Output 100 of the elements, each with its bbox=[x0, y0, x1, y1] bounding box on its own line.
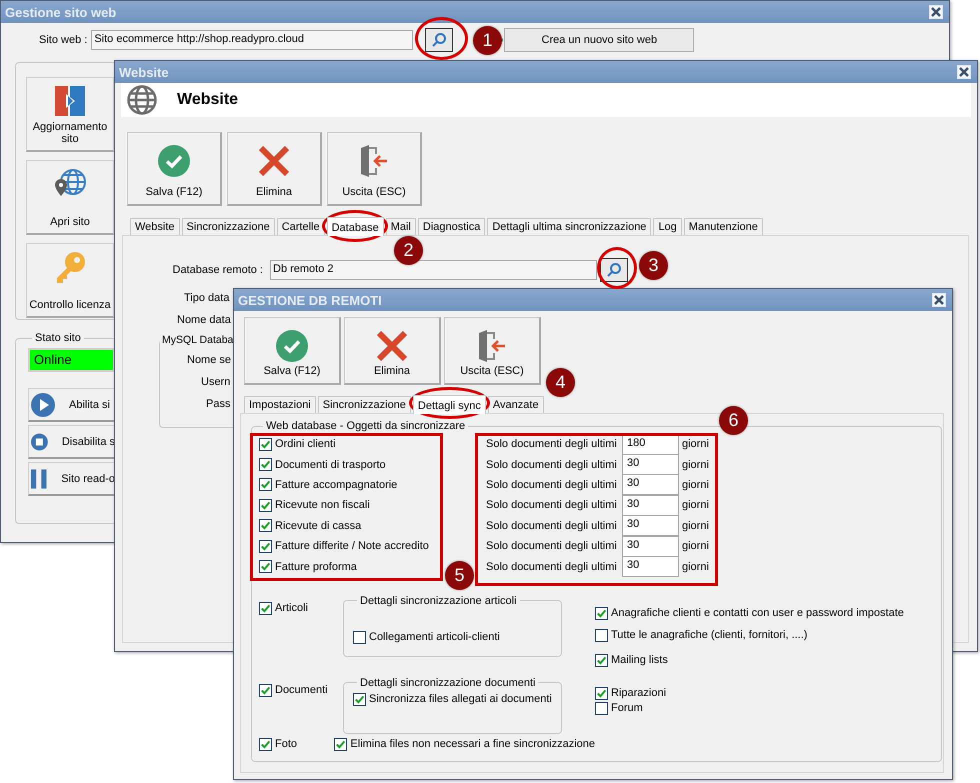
days-field[interactable]: 30 bbox=[622, 515, 679, 536]
tab[interactable]: Cartelle bbox=[276, 218, 325, 235]
field-label: Pass bbox=[206, 398, 230, 410]
checkbox[interactable] bbox=[259, 498, 272, 512]
checkbox[interactable] bbox=[259, 684, 272, 697]
field-label: Usern bbox=[201, 376, 230, 388]
days-field[interactable]: 30 bbox=[622, 454, 679, 476]
checkbox-label: Fatture differite / Note accredito bbox=[275, 540, 429, 552]
checkbox-label: Elimina files non necessari a fine sincronizzazione bbox=[350, 738, 595, 750]
period-label: Solo documenti degli ultimi bbox=[486, 499, 618, 512]
period-label: Solo documenti degli ultimi bbox=[486, 540, 618, 552]
checkbox-label: Collegamenti articoli-clienti bbox=[369, 631, 500, 644]
period-label: Solo documenti degli ultimi bbox=[486, 438, 618, 450]
checkbox-label: Articoli bbox=[275, 602, 308, 614]
checkbox[interactable] bbox=[259, 738, 272, 751]
close-icon bbox=[934, 295, 944, 305]
checkbox[interactable] bbox=[353, 692, 366, 706]
tab[interactable]: Mail bbox=[386, 218, 416, 235]
tab[interactable]: Log bbox=[653, 218, 682, 235]
search-button[interactable] bbox=[600, 258, 628, 282]
window-title: GESTIONE DB REMOTI bbox=[238, 292, 382, 308]
checkbox[interactable] bbox=[595, 654, 608, 667]
tab[interactable]: Avanzate bbox=[488, 396, 544, 413]
search-button[interactable] bbox=[425, 28, 454, 52]
checkbox-label: Anagrafiche clienti e contatti con user e password impostate bbox=[611, 607, 904, 620]
door-icon bbox=[477, 330, 507, 362]
group-title: Stato sito bbox=[34, 332, 82, 344]
status-button[interactable]: Abilita si bbox=[28, 388, 115, 422]
days-field[interactable]: 30 bbox=[622, 474, 679, 496]
checkbox[interactable] bbox=[259, 458, 272, 472]
checkbox-label: Ricevute non fiscali bbox=[275, 499, 370, 512]
checkbox-label: Fatture accompagnatorie bbox=[275, 478, 398, 491]
tab[interactable]: Impostazioni bbox=[244, 396, 316, 413]
checkbox-label: Tutte le anagrafiche (clienti, fornitori, ....) bbox=[611, 629, 808, 642]
tab[interactable]: Website bbox=[130, 218, 180, 235]
checkbox[interactable] bbox=[595, 606, 608, 620]
checkbox-label: Mailing lists bbox=[611, 654, 668, 666]
play-icon bbox=[31, 392, 55, 416]
checkbox-label: Documenti di trasporto bbox=[275, 458, 386, 471]
close-button[interactable] bbox=[929, 5, 943, 19]
globe-icon bbox=[127, 85, 157, 115]
tab[interactable]: Sincronizzazione bbox=[182, 218, 275, 235]
toolbar-button[interactable]: Uscita (ESC) bbox=[327, 132, 422, 206]
days-field[interactable]: 30 bbox=[622, 556, 679, 578]
checkbox[interactable] bbox=[595, 686, 608, 700]
checkbox[interactable] bbox=[259, 478, 272, 492]
days-field[interactable]: 30 bbox=[622, 536, 679, 557]
checkbox[interactable] bbox=[259, 519, 272, 532]
new-site-button[interactable]: Crea un nuovo sito web bbox=[504, 28, 694, 52]
remote-db-field[interactable]: Db remoto 2 bbox=[270, 260, 597, 280]
checkbox[interactable] bbox=[259, 602, 272, 615]
cross-icon bbox=[376, 330, 408, 362]
checkbox[interactable] bbox=[334, 738, 348, 751]
checkbox[interactable] bbox=[595, 628, 608, 642]
toolbar-button[interactable]: Salva (F12) bbox=[127, 132, 222, 206]
action-button[interactable]: Apri sito bbox=[26, 160, 114, 235]
checkbox-label: Fatture proforma bbox=[275, 560, 357, 573]
close-icon bbox=[931, 7, 941, 17]
tab[interactable]: Database bbox=[326, 217, 384, 236]
site-field[interactable]: Sito ecommerce http://shop.readypro.cloud bbox=[91, 30, 414, 50]
checkbox-label: Riparazioni bbox=[611, 687, 666, 700]
tab[interactable]: Sincronizzazione bbox=[318, 396, 411, 413]
window-heading: Website bbox=[177, 91, 238, 109]
toolbar-button[interactable]: Uscita (ESC) bbox=[444, 317, 541, 385]
search-icon bbox=[431, 32, 448, 48]
days-field[interactable]: 30 bbox=[622, 494, 679, 516]
checkbox[interactable] bbox=[595, 702, 608, 715]
arrow-square-icon bbox=[55, 86, 85, 116]
toolbar-button[interactable]: Elimina bbox=[227, 132, 322, 206]
close-icon bbox=[959, 67, 969, 77]
checkbox[interactable] bbox=[259, 560, 272, 574]
window-title: Gestione sito web bbox=[5, 4, 116, 20]
highlight-ellipse bbox=[597, 247, 637, 289]
tab[interactable]: Dettagli sync bbox=[412, 395, 486, 414]
unit-label: giorni bbox=[682, 478, 709, 491]
checkmark-icon bbox=[276, 330, 308, 362]
period-label: Solo documenti degli ultimi bbox=[486, 560, 618, 573]
close-button[interactable] bbox=[957, 65, 971, 79]
checkbox[interactable] bbox=[259, 540, 272, 553]
checkbox-label: Foto bbox=[275, 738, 298, 750]
door-icon bbox=[359, 145, 389, 177]
highlight-ellipse bbox=[415, 17, 468, 60]
toolbar-button[interactable]: Elimina bbox=[344, 317, 441, 385]
tab[interactable]: Dettagli ultima sincronizzazione bbox=[487, 218, 652, 235]
search-icon bbox=[606, 262, 622, 278]
tab[interactable]: Manutenzione bbox=[684, 218, 763, 235]
key-icon bbox=[55, 252, 85, 284]
checkbox-label: Ordini clienti bbox=[275, 438, 336, 450]
highlight-ellipse bbox=[322, 210, 388, 242]
unit-label: giorni bbox=[682, 499, 709, 512]
action-button[interactable]: Aggiornamento sito bbox=[26, 77, 114, 152]
toolbar-button[interactable]: Salva (F12) bbox=[244, 317, 341, 385]
checkbox[interactable] bbox=[259, 438, 272, 451]
field-label: Nome data bbox=[177, 314, 231, 326]
action-button[interactable]: Controllo licenza bbox=[26, 243, 114, 318]
tab[interactable]: Diagnostica bbox=[418, 218, 486, 235]
status-button[interactable]: Sito read-o bbox=[28, 462, 115, 496]
close-button[interactable] bbox=[932, 293, 946, 307]
checkbox[interactable] bbox=[353, 630, 366, 644]
group-title: Dettagli sincronizzazione articoli bbox=[359, 594, 518, 607]
